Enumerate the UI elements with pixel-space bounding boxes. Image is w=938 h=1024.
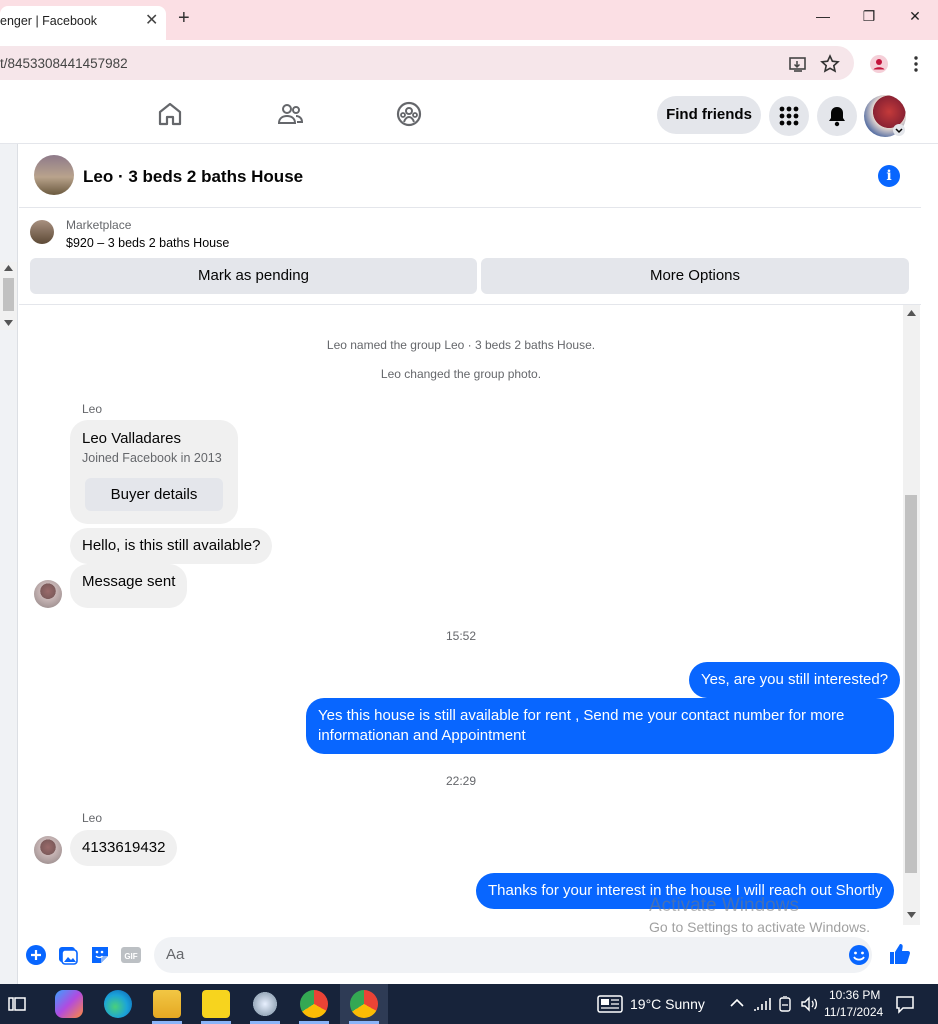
battery-icon[interactable] [777,996,793,1012]
message-input[interactable]: Aa [154,937,872,973]
chevron-down-icon[interactable] [893,124,905,136]
edge-icon[interactable] [104,990,132,1018]
message-thread[interactable]: Leo named the group Leo · 3 beds 2 baths… [19,305,903,930]
message-input-placeholder: Aa [166,946,185,963]
buyer-joined: Joined Facebook in 2013 [82,451,222,465]
scroll-up-icon[interactable] [4,265,13,271]
buyer-card: Leo Valladares Joined Facebook in 2013 B… [70,420,238,524]
chrome-icon[interactable] [350,990,378,1018]
task-view-icon[interactable] [8,995,26,1013]
photo-icon[interactable] [57,944,79,966]
scroll-thumb[interactable] [905,495,917,873]
marketplace-panel: Marketplace $920 – 3 beds 2 baths House … [19,209,921,305]
chevron-up-icon[interactable] [729,996,745,1010]
outgoing-message-line: informationan and Appointment [318,727,526,744]
url-text: t/8453308441457982 [0,56,128,71]
windows-taskbar: 19°C Sunny 10:36 PM 11/17/2024 [0,984,938,1024]
paint-icon[interactable] [251,990,279,1018]
menu-button[interactable] [769,96,809,136]
gif-icon-label: GIF [124,952,137,961]
chrome-profile-icon[interactable] [300,990,328,1018]
marketplace-label: Marketplace [66,218,132,232]
sticky-notes-icon[interactable] [202,990,230,1018]
grid-menu-icon [779,106,799,126]
listing-title[interactable]: $920 – 3 beds 2 baths House [66,236,229,250]
sender-avatar[interactable] [34,836,62,864]
weather-news-icon[interactable] [597,995,623,1013]
browser-menu-icon[interactable] [906,54,926,74]
groups-icon[interactable] [395,100,423,128]
bookmark-star-icon[interactable] [820,54,840,74]
minimize-button[interactable]: — [808,8,838,32]
profile-icon[interactable] [869,54,889,74]
restore-button[interactable]: ❐ [854,8,884,32]
activate-windows-hint: Go to Settings to activate Windows. [649,919,870,935]
outgoing-message[interactable]: Yes this house is still available for re… [306,698,894,754]
message-composer: GIF Aa [19,930,921,982]
wifi-icon[interactable] [753,996,771,1012]
notifications-button[interactable] [817,96,857,136]
activate-windows-watermark: Activate Windows [649,895,799,916]
bell-icon [829,107,845,127]
listing-thumbnail[interactable] [30,220,54,244]
scroll-up-icon[interactable] [907,310,916,316]
left-scroll-thumb[interactable] [3,278,14,311]
plus-circle-icon[interactable] [25,944,47,966]
find-friends-button[interactable]: Find friends [657,96,761,134]
incoming-message[interactable]: 4133619432 [70,830,178,866]
file-explorer-icon[interactable] [153,990,181,1018]
sender-name: Leo [82,811,103,825]
weather-text[interactable]: 19°C Sunny [630,996,705,1012]
system-message: Leo named the group Leo · 3 beds 2 baths… [326,338,596,352]
scroll-down-icon[interactable] [4,320,13,326]
timestamp: 22:29 [445,774,477,788]
buyer-name: Leo Valladares [82,430,181,447]
chat-title[interactable]: Leo · 3 beds 2 baths House [83,167,303,187]
copilot-icon[interactable] [55,990,83,1018]
like-icon[interactable] [888,942,912,966]
buyer-details-button[interactable]: Buyer details [85,478,223,511]
incoming-message[interactable]: Message sent [70,564,188,608]
left-scrollbar[interactable] [0,262,17,330]
tab-close-icon[interactable]: ✕ [145,10,158,30]
mark-as-pending-button[interactable]: Mark as pending [30,258,477,294]
scroll-down-icon[interactable] [907,912,916,918]
facebook-header: Find friends [0,86,938,144]
sticker-icon[interactable] [89,944,111,966]
incoming-message[interactable]: Hello, is this still available? [70,528,273,564]
outgoing-message[interactable]: Yes, are you still interested? [689,662,901,698]
chat-header: Leo · 3 beds 2 baths House i [19,145,921,208]
friends-icon[interactable] [276,100,304,128]
new-tab-button[interactable]: + [178,7,190,30]
more-options-button[interactable]: More Options [481,258,909,294]
notification-center-icon[interactable] [895,994,915,1014]
sender-avatar[interactable] [34,580,62,608]
emoji-icon[interactable] [848,944,870,966]
browser-tab-strip: enger | Facebook ✕ + — ❐ ✕ [0,0,938,40]
outgoing-message-line: Yes this house is still available for re… [318,707,845,724]
timestamp: 15:52 [445,629,477,643]
home-icon[interactable] [156,100,184,128]
clock-date[interactable]: 11/17/2024 [824,1005,883,1019]
close-window-button[interactable]: ✕ [900,8,930,32]
tab-title: enger | Facebook [0,14,98,28]
system-message: Leo changed the group photo. [380,367,542,381]
chat-group-avatar[interactable] [34,155,74,195]
browser-tab[interactable]: enger | Facebook ✕ [0,6,166,40]
message-scrollbar[interactable] [903,305,920,925]
gif-icon[interactable]: GIF [120,944,142,966]
info-icon[interactable]: i [878,165,900,187]
volume-icon[interactable] [800,995,818,1013]
install-app-icon[interactable] [788,54,808,74]
url-field[interactable] [0,46,854,80]
address-bar: t/8453308441457982 [0,40,938,86]
sender-name: Leo [82,402,103,416]
clock-time[interactable]: 10:36 PM [829,988,880,1002]
